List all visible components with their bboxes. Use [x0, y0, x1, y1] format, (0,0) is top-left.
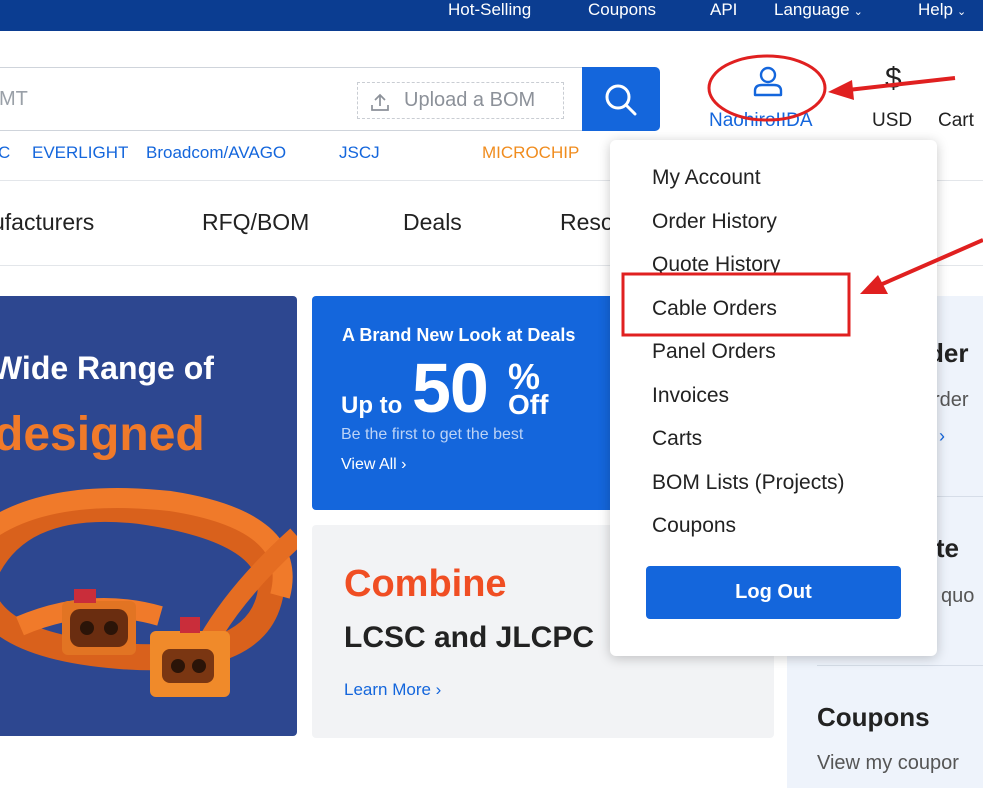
- menu-item-order-history[interactable]: Order History: [652, 210, 777, 234]
- cart-link[interactable]: Cart: [938, 110, 974, 132]
- search-button[interactable]: [582, 67, 660, 131]
- menu-item-invoices[interactable]: Invoices: [652, 384, 729, 408]
- chevron-down-icon: ⌄: [853, 6, 863, 18]
- deals-view-all-link[interactable]: View All ›: [341, 456, 407, 474]
- divider: [817, 665, 983, 666]
- hero-title-line1: Wide Range of: [0, 350, 214, 386]
- top-nav-help-label: Help: [918, 0, 953, 19]
- dollar-icon[interactable]: $: [885, 62, 902, 96]
- nav-deals[interactable]: Deals: [403, 209, 462, 236]
- brand-link-jscj[interactable]: JSCJ: [339, 143, 380, 163]
- nav-manufacturers[interactable]: ufacturers: [0, 209, 94, 236]
- deals-amount: 50: [412, 349, 489, 427]
- top-nav-help[interactable]: Help ⌄: [918, 0, 966, 22]
- top-nav-language[interactable]: Language ⌄: [774, 0, 863, 22]
- learn-more-link[interactable]: Learn More ›: [344, 680, 441, 700]
- order-card-link[interactable]: ›: [939, 426, 945, 447]
- combine-subtitle: LCSC and JLCPC: [344, 621, 595, 654]
- nav-resources[interactable]: Reso: [560, 209, 614, 236]
- combine-title: Combine: [344, 563, 507, 605]
- upload-bom-button[interactable]: Upload a BOM: [357, 82, 564, 119]
- quote-card-text: quo: [941, 585, 975, 607]
- account-dropdown-menu: My Account Order History Quote History C…: [610, 140, 937, 656]
- user-icon[interactable]: [751, 64, 785, 103]
- menu-item-quote-history[interactable]: Quote History: [652, 253, 780, 277]
- menu-item-bom-lists[interactable]: BOM Lists (Projects): [652, 471, 845, 495]
- search-icon: [603, 82, 639, 123]
- account-username[interactable]: NaohiroIIDA: [709, 110, 813, 132]
- deals-subtitle: Be the first to get the best: [341, 426, 524, 443]
- nav-rfq-bom[interactable]: RFQ/BOM: [202, 209, 309, 236]
- logout-button[interactable]: Log Out: [646, 566, 901, 619]
- upload-icon: [370, 90, 390, 125]
- deals-up-to: Up to: [341, 392, 403, 419]
- menu-item-carts[interactable]: Carts: [652, 427, 702, 451]
- menu-item-panel-orders[interactable]: Panel Orders: [652, 340, 776, 364]
- top-nav-api[interactable]: API: [710, 0, 737, 22]
- currency-selector[interactable]: USD: [872, 110, 912, 132]
- top-nav-coupons[interactable]: Coupons: [588, 0, 656, 22]
- menu-item-cable-orders[interactable]: Cable Orders: [652, 297, 777, 321]
- hero-title-line2: designed: [0, 408, 205, 461]
- menu-item-my-account[interactable]: My Account: [652, 166, 761, 190]
- deals-title: A Brand New Look at Deals: [342, 325, 576, 345]
- upload-bom-label: Upload a BOM: [404, 89, 536, 111]
- coupons-card-title: Coupons: [817, 702, 930, 732]
- brand-link-broadcom[interactable]: Broadcom/AVAGO: [146, 143, 286, 163]
- brand-link-everlight[interactable]: EVERLIGHT: [32, 143, 128, 163]
- menu-item-coupons[interactable]: Coupons: [652, 514, 736, 538]
- order-card-text: rder: [933, 389, 969, 411]
- top-nav-language-label: Language: [774, 0, 850, 19]
- deals-banner[interactable]: A Brand New Look at Deals Up to 50 % Off…: [312, 296, 612, 510]
- deals-off: Off: [508, 389, 549, 420]
- coupons-card-text[interactable]: View my coupor: [817, 752, 959, 775]
- brand-link[interactable]: C: [0, 143, 10, 163]
- brand-link-microchip[interactable]: MICROCHIP: [482, 143, 579, 163]
- chevron-down-icon: ⌄: [956, 6, 967, 18]
- top-nav-bar: Hot-Selling Coupons API Language ⌄ Help ⌄: [0, 0, 983, 31]
- top-nav-hot-selling[interactable]: Hot-Selling: [448, 0, 531, 22]
- search-input[interactable]: [0, 68, 321, 130]
